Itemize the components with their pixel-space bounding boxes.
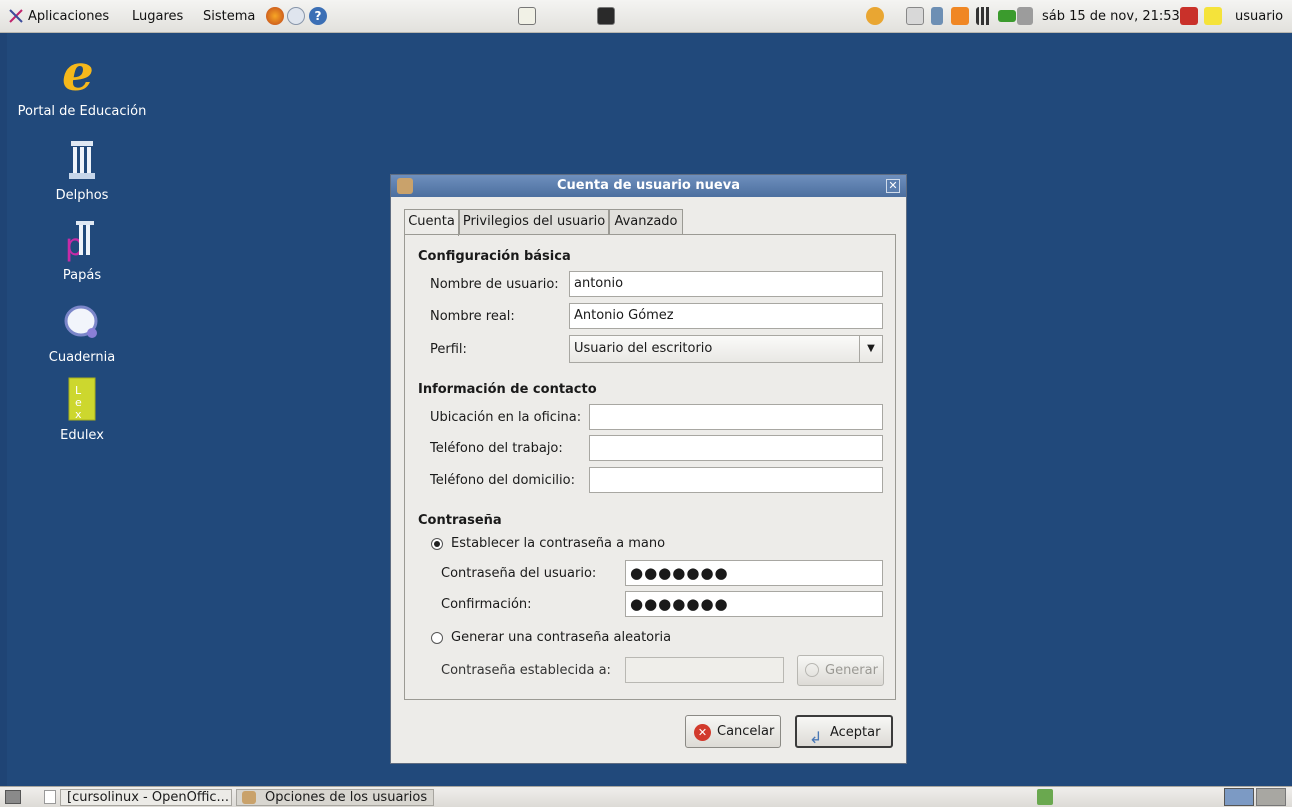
desktop-icon-label: Papás [62,268,102,283]
desktop-icon-label: Delphos [55,188,109,203]
dialog-titlebar[interactable]: Cuenta de usuario nueva ✕ [391,175,906,197]
network-signal-icon[interactable] [976,7,994,25]
office-label: Ubicación en la oficina: [430,410,582,425]
terminal-icon[interactable] [597,7,615,25]
user-menu[interactable]: usuario [1235,9,1283,24]
mail-icon[interactable] [287,7,305,25]
accept-button[interactable]: ↲ Aceptar [795,715,893,748]
generate-button: Generar [797,655,884,686]
menu-sistema[interactable]: Sistema [203,9,255,24]
dialog-title: Cuenta de usuario nueva [557,178,740,193]
volume-icon[interactable] [1017,7,1033,25]
accept-label: Aceptar [830,725,881,740]
tab-avanzado[interactable]: Avanzado [609,209,683,235]
users-icon [397,178,413,194]
menu-lugares[interactable]: Lugares [132,9,183,24]
taskbar-item-label: [cursolinux - OpenOffic... [67,790,229,805]
homephone-label: Teléfono del domicilio: [430,473,575,488]
random-password-label: Generar una contraseña aleatoria [451,630,672,645]
bottom-panel: [cursolinux - OpenOffic... Opciones de l… [0,786,1292,807]
office-field[interactable] [589,404,883,430]
desktop-icon-label: Portal de Educación [17,104,147,119]
cancel-icon: ✕ [694,724,711,741]
workphone-label: Teléfono del trabajo: [430,441,563,456]
document-icon [44,790,56,804]
userpass-label: Contraseña del usuario: [441,566,597,581]
notes-icon[interactable] [1204,7,1222,25]
homephone-field[interactable] [589,467,883,493]
edulex-icon: Lex [60,374,104,424]
trash-icon[interactable] [1037,789,1053,805]
contact-info-heading: Información de contacto [418,382,597,397]
logout-icon[interactable] [1180,7,1198,25]
printer-icon[interactable] [906,7,924,25]
cancel-label: Cancelar [717,724,775,739]
username-label: Nombre de usuario: [430,277,559,292]
cancel-button[interactable]: ✕ Cancelar [685,715,781,748]
taskbar-item-user-options[interactable]: Opciones de los usuarios [236,789,434,806]
svg-text:e: e [62,50,94,100]
cuadernia-icon [60,296,104,346]
basic-config-heading: Configuración básica [418,249,571,264]
top-panel: Aplicaciones Lugares Sistema ? sáb 15 de… [0,0,1292,33]
radio-unselected-icon [431,632,443,644]
desktop-icon-label: Edulex [60,428,104,443]
new-user-dialog: Cuenta de usuario nueva ✕ Cuenta Privile… [390,174,907,764]
radio-selected-icon [431,538,443,550]
profile-select[interactable]: Usuario del escritorio ▼ [569,335,883,363]
confirm-field[interactable]: ●●●●●●● [625,591,883,617]
confirm-label: Confirmación: [441,597,532,612]
workspace-switcher-1[interactable] [1224,788,1254,806]
close-icon[interactable]: ✕ [886,179,900,193]
workphone-field[interactable] [589,435,883,461]
update-notifier-icon[interactable] [866,7,884,25]
clock[interactable]: sáb 15 de nov, 21:53 [1042,9,1180,24]
profile-select-value: Usuario del escritorio [574,341,713,356]
random-set-label: Contraseña establecida a: [441,663,611,678]
workspace-switcher-2[interactable] [1256,788,1286,806]
alert-icon[interactable] [951,7,969,25]
gnome-foot-icon[interactable] [8,8,24,24]
realname-field[interactable]: Antonio Gómez [569,303,883,329]
svg-text:x: x [75,408,82,421]
wifi-icon[interactable] [998,10,1016,22]
firefox-icon[interactable] [266,7,284,25]
delphos-icon [60,134,104,184]
text-editor-icon[interactable] [518,7,536,25]
accept-icon: ↲ [809,728,823,747]
users-icon [242,791,256,804]
taskbar-item-openoffice[interactable]: [cursolinux - OpenOffic... [60,789,232,806]
userpass-field[interactable]: ●●●●●●● [625,560,883,586]
battery-icon[interactable] [931,7,943,25]
tab-privilegios[interactable]: Privilegios del usuario [459,209,609,235]
manual-password-label: Establecer la contraseña a mano [451,536,666,551]
desktop-icon-papas[interactable]: p Papás [7,214,157,283]
password-heading: Contraseña [418,513,502,528]
chevron-down-icon: ▼ [859,336,882,362]
help-icon[interactable]: ? [309,7,327,25]
username-field[interactable]: antonio [569,271,883,297]
menu-aplicaciones[interactable]: Aplicaciones [28,9,109,24]
tab-cuenta[interactable]: Cuenta [404,209,459,236]
show-desktop-icon[interactable] [5,790,21,804]
profile-label: Perfil: [430,342,467,357]
desktop-icon-portal-educacion[interactable]: e Portal de Educación [7,50,157,119]
tab-panel-cuenta: Configuración básica Nombre de usuario: … [404,234,896,700]
realname-label: Nombre real: [430,309,515,324]
desktop-icon-delphos[interactable]: Delphos [7,134,157,203]
taskbar-item-label: Opciones de los usuarios [265,790,428,805]
desktop-icon-label: Cuadernia [48,350,116,365]
desktop-icon-cuadernia[interactable]: Cuadernia [7,296,157,365]
portal-educacion-icon: e [60,50,104,100]
random-password-field [625,657,784,683]
generate-label: Generar [825,663,878,678]
desktop-icon-edulex[interactable]: Lex Edulex [7,374,157,443]
papas-icon: p [60,214,104,264]
generate-icon [805,663,819,677]
